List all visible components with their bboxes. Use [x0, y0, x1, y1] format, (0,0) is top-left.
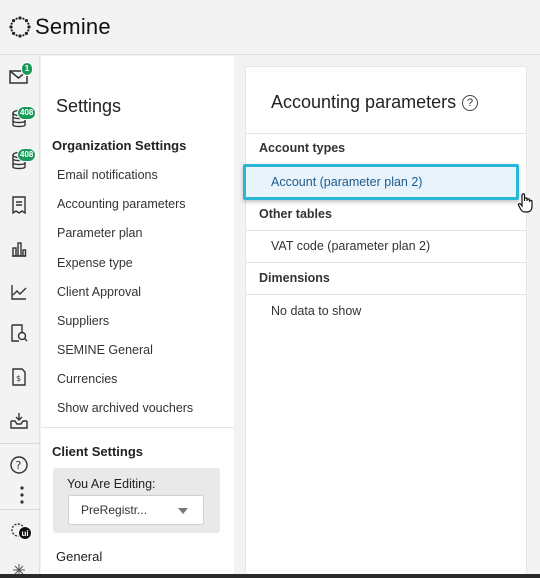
ui-badge: ui	[18, 526, 32, 540]
nav-client-approval[interactable]: Client Approval	[57, 285, 141, 299]
bottom-bar	[0, 574, 540, 578]
coins-badge: 408	[17, 106, 37, 120]
top-bar: Semine	[0, 0, 540, 55]
account-parameter-plan-row[interactable]: Account (parameter plan 2)	[243, 164, 519, 200]
chevron-down-icon	[178, 508, 188, 514]
other-tables-heading: Other tables	[259, 207, 332, 221]
mail-badge: 1	[21, 62, 33, 76]
bar-chart-icon[interactable]	[8, 238, 30, 260]
invoice-icon[interactable]: $	[8, 366, 30, 388]
nav-suppliers[interactable]: Suppliers	[57, 314, 109, 328]
nav-show-archived-vouchers[interactable]: Show archived vouchers	[57, 401, 193, 415]
nav-currencies[interactable]: Currencies	[57, 372, 117, 386]
account-types-heading: Account types	[259, 141, 346, 155]
settings-title: Settings	[56, 96, 122, 116]
semine-logo-icon	[9, 16, 31, 38]
coins-alt-icon[interactable]: 408	[8, 148, 37, 172]
coins-icon[interactable]: 408	[8, 106, 37, 130]
help-icon[interactable]: ?	[8, 454, 30, 476]
client-settings-heading: Client Settings	[52, 444, 144, 459]
rail-divider	[0, 443, 40, 444]
icon-rail: 1 408 408 $ ? ui	[0, 56, 40, 578]
vat-code-row[interactable]: VAT code (parameter plan 2)	[271, 239, 430, 253]
hand-cursor-icon	[517, 193, 533, 213]
search-document-icon[interactable]	[8, 322, 30, 344]
divider	[246, 230, 526, 231]
question-circle-icon[interactable]: ?	[462, 94, 479, 111]
app-logo[interactable]: Semine	[8, 14, 111, 40]
nav-accounting-parameters[interactable]: Accounting parameters	[57, 197, 186, 211]
client-select-value: PreRegistr...	[81, 503, 148, 517]
accounting-title: Accounting parameters ?	[271, 92, 479, 113]
nav-parameter-plan[interactable]: Parameter plan	[57, 226, 142, 240]
panel-gutter	[234, 56, 246, 578]
editing-box: You Are Editing: PreRegistr...	[53, 468, 220, 533]
settings-panel: Settings Organization Settings Email not…	[41, 56, 234, 578]
no-data-text: No data to show	[271, 304, 362, 318]
receipt-icon[interactable]	[8, 194, 30, 216]
client-select[interactable]: PreRegistr...	[68, 495, 204, 525]
divider	[246, 294, 526, 295]
mail-icon[interactable]: 1	[8, 62, 33, 88]
settings-divider	[41, 427, 234, 428]
inbox-download-icon[interactable]	[8, 410, 30, 432]
accounting-title-text: Accounting parameters	[271, 92, 457, 112]
divider	[246, 262, 526, 263]
ui-settings-icon[interactable]: ui	[8, 520, 32, 542]
editing-label: You Are Editing:	[67, 477, 156, 491]
dimensions-heading: Dimensions	[259, 271, 330, 285]
more-vertical-icon[interactable]	[20, 484, 24, 506]
svg-text:$: $	[16, 374, 21, 383]
app-name: Semine	[35, 14, 111, 39]
coins-alt-badge: 408	[17, 148, 37, 162]
nav-semine-general[interactable]: SEMINE General	[57, 343, 153, 357]
svg-text:?: ?	[16, 459, 22, 472]
accounting-parameters-panel: Accounting parameters ? Account types Ac…	[243, 67, 526, 578]
organization-settings-heading: Organization Settings	[52, 138, 187, 153]
line-chart-icon[interactable]	[8, 281, 30, 303]
account-parameter-plan-label: Account (parameter plan 2)	[271, 175, 423, 189]
rail-divider-bottom	[0, 509, 40, 510]
nav-expense-type[interactable]: Expense type	[57, 256, 133, 270]
divider	[246, 133, 526, 134]
nav-email-notifications[interactable]: Email notifications	[57, 168, 158, 182]
general-heading: General	[56, 549, 103, 564]
